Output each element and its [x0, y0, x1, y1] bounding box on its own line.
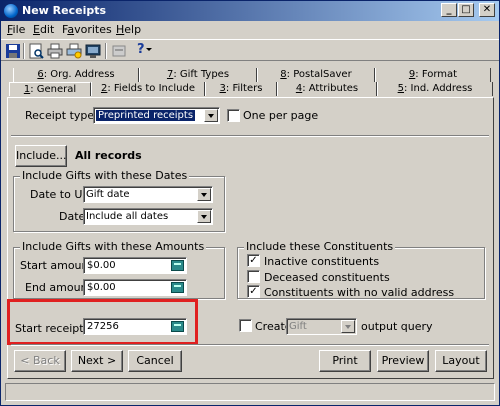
start-amount-field[interactable]: $0.00 [83, 257, 187, 274]
check-icon: ✓ [249, 255, 258, 266]
new-receipts-window: New Receipts _ □ ✕ File Edit Favorites H… [0, 0, 500, 406]
amounts-group-title: Include Gifts with these Amounts [20, 240, 207, 253]
layout-button[interactable]: Layout [435, 350, 487, 372]
one-per-page-label: One per page [243, 109, 319, 122]
tab-postalsaver[interactable]: 8: PostalSaver [257, 68, 375, 82]
end-amount-field[interactable]: $0.00 [83, 279, 187, 296]
highlight-annotation [7, 299, 198, 345]
no-valid-address-label: Constituents with no valid address [264, 286, 455, 299]
print-setup-icon[interactable] [66, 43, 82, 59]
back-button[interactable]: < Back [14, 350, 66, 372]
receipt-type-label: Receipt type: [25, 109, 98, 122]
tab-row-back: 6: Org. Address 7: Gift Types 8: PostalS… [13, 68, 491, 82]
include-value: All records [75, 149, 142, 162]
tab-fields-to-include[interactable]: 2: Fields to Include [91, 82, 205, 96]
deceased-constituents-label: Deceased constituents [264, 271, 390, 284]
title-bar[interactable]: New Receipts _ □ ✕ [1, 1, 499, 21]
status-bar [5, 383, 495, 401]
divider [11, 135, 489, 137]
include-button[interactable]: Include... [15, 145, 67, 167]
menu-edit[interactable]: Edit [33, 23, 54, 36]
create-type-value: Gift [289, 321, 307, 332]
toolbar-separator [23, 43, 25, 59]
tab-general[interactable]: 1: General [9, 82, 91, 96]
window-title: New Receipts [22, 4, 107, 17]
receipt-type-dropdown[interactable]: Preprinted receipts [93, 107, 220, 124]
tab-org-address[interactable]: 6: Org. Address [13, 68, 139, 82]
tab-row-front: 1: General 2: Fields to Include 3: Filte… [9, 82, 493, 96]
print-button[interactable]: Print [319, 350, 371, 372]
create-type-dropdown[interactable]: Gift [286, 318, 357, 335]
preview-icon[interactable] [28, 43, 44, 59]
preview-button[interactable]: Preview [377, 350, 429, 372]
one-per-page-checkbox[interactable] [227, 109, 240, 122]
constituents-group-title: Include these Constituents [244, 240, 396, 253]
receipt-type-value: Preprinted receipts [96, 110, 196, 121]
calculator-icon[interactable] [171, 282, 184, 293]
calculator-icon[interactable] [171, 260, 184, 271]
menu-favorites[interactable]: Favorites [62, 23, 112, 36]
tab-ind-address[interactable]: 5: Ind. Address [377, 82, 493, 96]
output-query-label: output query [361, 320, 433, 333]
date-value: Include all dates [86, 211, 169, 222]
cancel-button[interactable]: Cancel [128, 350, 182, 372]
toolbar-separator [105, 43, 107, 59]
maximize-button[interactable]: □ [458, 3, 474, 17]
date-dropdown[interactable]: Include all dates [83, 208, 213, 225]
dates-group-title: Include Gifts with these Dates [20, 169, 190, 182]
toolbar: ? [1, 39, 499, 61]
app-icon [4, 4, 18, 18]
tab-filters[interactable]: 3: Filters [205, 82, 277, 96]
inactive-constituents-checkbox[interactable]: ✓ [247, 254, 260, 267]
deceased-constituents-checkbox[interactable] [247, 270, 260, 283]
menu-help[interactable]: Help [116, 23, 141, 36]
chevron-down-icon[interactable] [197, 188, 211, 201]
divider [11, 344, 489, 346]
date-to-use-dropdown[interactable]: Gift date [83, 186, 213, 203]
save-icon[interactable] [5, 43, 21, 59]
menu-file[interactable]: File [7, 23, 25, 36]
tab-gift-types[interactable]: 7: Gift Types [139, 68, 257, 82]
chevron-down-icon[interactable] [204, 109, 218, 122]
no-valid-address-checkbox[interactable]: ✓ [247, 285, 260, 298]
next-button[interactable]: Next > [71, 350, 123, 372]
help-icon[interactable]: ? [135, 42, 152, 59]
menu-bar: File Edit Favorites Help [1, 21, 499, 39]
tab-format[interactable]: 9: Format [375, 68, 491, 82]
end-amount-value: $0.00 [87, 282, 116, 293]
export-icon[interactable] [85, 43, 101, 59]
start-amount-value: $0.00 [87, 260, 116, 271]
chevron-down-icon[interactable] [197, 210, 211, 223]
tab-attributes[interactable]: 4: Attributes [277, 82, 377, 96]
properties-icon[interactable] [111, 43, 127, 59]
check-icon: ✓ [249, 286, 258, 297]
close-button[interactable]: ✕ [479, 3, 495, 17]
create-query-checkbox[interactable] [239, 319, 252, 332]
date-to-use-value: Gift date [86, 189, 130, 200]
minimize-button[interactable]: _ [441, 3, 457, 17]
inactive-constituents-label: Inactive constituents [264, 255, 380, 268]
chevron-down-icon[interactable] [341, 320, 355, 333]
print-icon[interactable] [47, 43, 63, 59]
